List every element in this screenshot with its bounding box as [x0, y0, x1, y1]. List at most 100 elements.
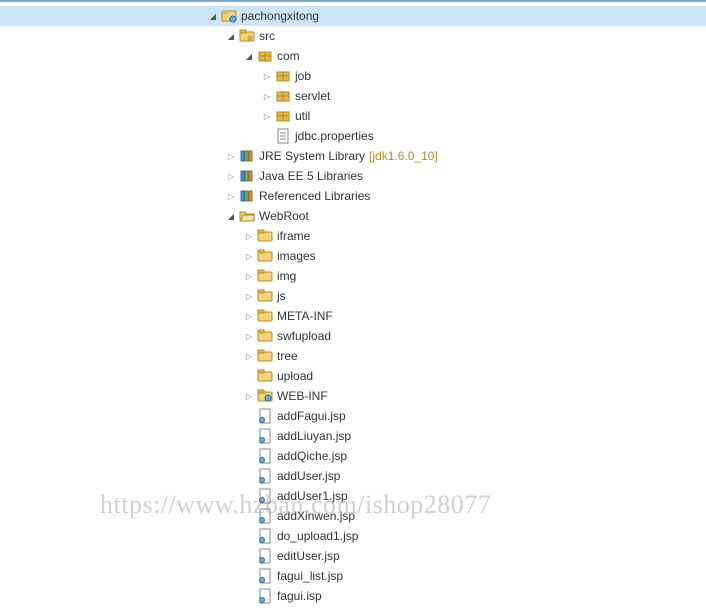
- toggle-collapsed[interactable]: [241, 328, 257, 344]
- tree-node-addqiche-jsp[interactable]: addQiche.jsp: [0, 446, 706, 466]
- package-icon: [275, 68, 291, 84]
- folder-icon: [257, 368, 273, 384]
- tree-node-jre-system-library[interactable]: JRE System Library[jdk1.6.0_10]: [0, 146, 706, 166]
- tree-node-src[interactable]: src: [0, 26, 706, 46]
- toggle-collapsed[interactable]: [241, 268, 257, 284]
- tree-node-images[interactable]: images: [0, 246, 706, 266]
- tree-node-jdbc-properties[interactable]: jdbc.properties: [0, 126, 706, 146]
- toggle-collapsed[interactable]: [259, 88, 275, 104]
- toggle-expanded[interactable]: [223, 208, 239, 224]
- toggle-expanded[interactable]: [241, 48, 257, 64]
- src-folder-icon: [239, 28, 255, 44]
- tree-node-adduser-jsp[interactable]: addUser.jsp: [0, 466, 706, 486]
- tree-node-label: servlet: [295, 89, 330, 103]
- jsp-icon: [257, 508, 273, 524]
- toggle-collapsed[interactable]: [223, 168, 239, 184]
- tree-node-web-inf[interactable]: WEB-INF: [0, 386, 706, 406]
- library-icon: [239, 168, 255, 184]
- package-icon: [275, 108, 291, 124]
- tree-node-label: META-INF: [277, 309, 333, 323]
- jsp-icon: [257, 548, 273, 564]
- tree-node-util[interactable]: util: [0, 106, 706, 126]
- toggle-collapsed[interactable]: [223, 148, 239, 164]
- folder-open-icon: [239, 208, 255, 224]
- tree-node-label: jdbc.properties: [295, 129, 374, 143]
- tree-node-job[interactable]: job: [0, 66, 706, 86]
- library-icon: [239, 188, 255, 204]
- tree-node-webroot[interactable]: WebRoot: [0, 206, 706, 226]
- tree-node-label: addXinwen.jsp: [277, 509, 355, 523]
- tree-node-fagui-isp[interactable]: fagui.isp: [0, 586, 706, 606]
- tree-node-meta-inf[interactable]: META-INF: [0, 306, 706, 326]
- tree-node-label: fagui.isp: [277, 589, 322, 603]
- jsp-icon: [257, 408, 273, 424]
- tree-node-addliuyan-jsp[interactable]: addLiuyan.jsp: [0, 426, 706, 446]
- tree-node-fagui-list-jsp[interactable]: fagui_list.jsp: [0, 566, 706, 586]
- jsp-icon: [257, 448, 273, 464]
- toggle-collapsed[interactable]: [241, 388, 257, 404]
- tree-node-label: iframe: [277, 229, 310, 243]
- toggle-collapsed[interactable]: [241, 288, 257, 304]
- tree-node-referenced-libraries[interactable]: Referenced Libraries: [0, 186, 706, 206]
- toggle-collapsed[interactable]: [241, 348, 257, 364]
- tree-node-label: Referenced Libraries: [259, 189, 370, 203]
- tree-node-do-upload1-jsp[interactable]: do_upload1.jsp: [0, 526, 706, 546]
- toggle-expanded[interactable]: [223, 28, 239, 44]
- folder-icon: [257, 288, 273, 304]
- package-icon: [257, 48, 273, 64]
- tree-node-label: addUser.jsp: [277, 469, 340, 483]
- folder-icon: [257, 268, 273, 284]
- tree-node-label: images: [277, 249, 316, 263]
- toggle-expanded[interactable]: [205, 8, 221, 24]
- tree-node-label: job: [295, 69, 311, 83]
- tree-node-label: util: [295, 109, 310, 123]
- tree-node-java-ee-5-libraries[interactable]: Java EE 5 Libraries: [0, 166, 706, 186]
- tree-node-label: js: [277, 289, 286, 303]
- tree-node-label: pachongxitong: [241, 9, 319, 23]
- tree-node-servlet[interactable]: servlet: [0, 86, 706, 106]
- tree-node-addfagui-jsp[interactable]: addFagui.jsp: [0, 406, 706, 426]
- jsp-icon: [257, 568, 273, 584]
- tree-node-com[interactable]: com: [0, 46, 706, 66]
- tree-node-label: WEB-INF: [277, 389, 328, 403]
- tree-node-tree[interactable]: tree: [0, 346, 706, 366]
- tree-node-label: src: [259, 29, 275, 43]
- tree-node-pachongxitong[interactable]: pachongxitong: [0, 6, 706, 26]
- tree-node-label: WebRoot: [259, 209, 309, 223]
- jsp-icon: [257, 528, 273, 544]
- tree-node-swfupload[interactable]: swfupload: [0, 326, 706, 346]
- toggle-collapsed[interactable]: [259, 108, 275, 124]
- tree-node-label: do_upload1.jsp: [277, 529, 358, 543]
- folder-icon: [257, 348, 273, 364]
- folder-icon: [257, 228, 273, 244]
- tree-node-edituser-jsp[interactable]: editUser.jsp: [0, 546, 706, 566]
- tree-node-label: com: [277, 49, 300, 63]
- toggle-collapsed[interactable]: [259, 68, 275, 84]
- file-properties-icon: [275, 128, 291, 144]
- tree-node-label: addFagui.jsp: [277, 409, 346, 423]
- folder-icon: [257, 248, 273, 264]
- folder-web-icon: [257, 388, 273, 404]
- tree-node-iframe[interactable]: iframe: [0, 226, 706, 246]
- tree-node-img[interactable]: img: [0, 266, 706, 286]
- project-explorer-tree[interactable]: pachongxitong srccom job servlet util jdbc.pr…: [0, 2, 706, 606]
- tree-node-label: Java EE 5 Libraries: [259, 169, 363, 183]
- tree-node-js[interactable]: js: [0, 286, 706, 306]
- tree-node-upload[interactable]: upload: [0, 366, 706, 386]
- toggle-collapsed[interactable]: [241, 248, 257, 264]
- tree-node-label: editUser.jsp: [277, 549, 340, 563]
- jsp-icon: [257, 488, 273, 504]
- toggle-collapsed[interactable]: [241, 228, 257, 244]
- toggle-collapsed[interactable]: [241, 308, 257, 324]
- tree-node-label: swfupload: [277, 329, 331, 343]
- package-icon: [275, 88, 291, 104]
- jsp-icon: [257, 428, 273, 444]
- project-icon: [221, 8, 237, 24]
- tree-node-adduser1-jsp[interactable]: addUser1.jsp: [0, 486, 706, 506]
- library-icon: [239, 148, 255, 164]
- tree-node-addxinwen-jsp[interactable]: addXinwen.jsp: [0, 506, 706, 526]
- jsp-icon: [257, 588, 273, 604]
- tree-node-label: upload: [277, 369, 313, 383]
- folder-icon: [257, 328, 273, 344]
- toggle-collapsed[interactable]: [223, 188, 239, 204]
